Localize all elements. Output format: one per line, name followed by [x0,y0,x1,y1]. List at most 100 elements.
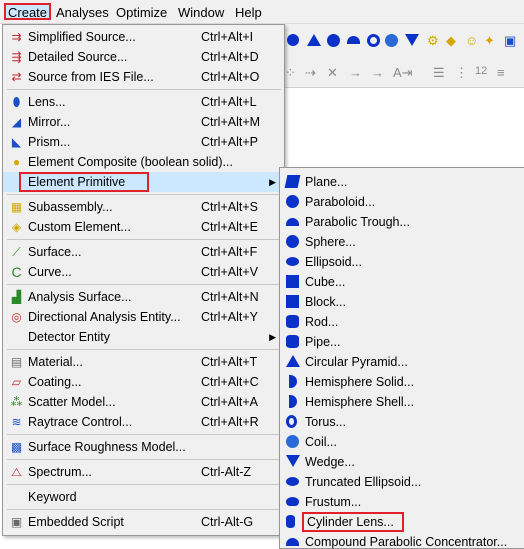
submenu-item-hemisphere-shell[interactable]: Hemisphere Shell... [280,392,524,412]
block-icon [286,295,300,309]
menu-item-surface[interactable]: ⟋ Surface... Ctrl+Alt+F [3,242,284,262]
submenu-item-wedge[interactable]: Wedge... [280,452,524,472]
simplified-source-icon: ⇉ [11,30,22,44]
toolbar-align-icon[interactable]: ⇢ [305,66,316,80]
toolbar-star-icon[interactable]: ✦ [484,34,495,48]
menu-item-material[interactable]: ▤ Material... Ctrl+Alt+T [3,352,284,372]
torus-icon [286,415,300,429]
submenu-item-frustum[interactable]: Frustum... [280,492,524,512]
analysis-surface-icon: ▟ [11,290,22,304]
toolbar-cube-icon[interactable]: ▣ [504,34,516,48]
toolbar-grid-icon[interactable]: ⁘ [285,66,296,80]
toolbar-text-arrow-icon[interactable]: A⇥ [393,66,413,80]
menu-item-surface-roughness[interactable]: ▩ Surface Roughness Model... [3,437,284,457]
coil-icon [286,435,300,449]
toolbar: ⚙ ◆ ☺ ✦ ▣ ⁘ ⇢ ✕ → → A⇥ ☰ ⋮ 12 ≡ [283,24,524,88]
menu-optimize[interactable]: Optimize [114,4,169,21]
menu-item-prism[interactable]: ◣ Prism... Ctrl+Alt+P [3,132,284,152]
create-menu: ⇉ Simplified Source... Ctrl+Alt+I ⇶ Deta… [2,24,285,536]
menu-separator [7,239,281,240]
toolbar-paraboloid-icon[interactable] [287,34,299,46]
menu-item-mirror[interactable]: ◢ Mirror... Ctrl+Alt+M [3,112,284,132]
menu-item-embedded-script[interactable]: ▣ Embedded Script Ctrl-Alt-G [3,512,284,532]
submenu-item-pipe[interactable]: Pipe... [280,332,524,352]
cylinder-lens-icon [286,515,300,529]
toolbar-format-icon[interactable]: ≡ [497,66,505,80]
submenu-item-paraboloid[interactable]: Paraboloid... [280,192,524,212]
menu-item-simplified-source[interactable]: ⇉ Simplified Source... Ctrl+Alt+I [3,27,284,47]
menu-item-raytrace-control[interactable]: ≋ Raytrace Control... Ctrl+Alt+R [3,412,284,432]
compound-parabolic-concentrator-icon [286,535,300,549]
toolbar-torus-icon[interactable] [367,34,380,47]
menu-separator [7,434,281,435]
prism-icon: ◣ [11,135,22,149]
submenu-item-plane[interactable]: Plane... [280,172,524,192]
menu-item-curve[interactable]: C Curve... Ctrl+Alt+V [3,262,284,282]
circular-pyramid-icon [286,355,300,369]
menu-separator [7,349,281,350]
plane-icon [284,175,301,189]
toolbar-coil-icon[interactable] [385,34,398,47]
subassembly-icon: ▦ [10,200,23,214]
embedded-script-icon: ▣ [10,515,23,529]
rod-icon [286,315,300,329]
directional-analysis-icon: ◎ [11,310,22,324]
submenu-item-ellipsoid[interactable]: Ellipsoid... [280,252,524,272]
menu-create[interactable]: Create [4,3,52,20]
toolbar-arrow-icon[interactable]: → [349,66,362,80]
toolbar-wedge-icon[interactable] [405,34,419,46]
toolbar-pyramid-icon[interactable] [307,34,321,46]
menu-window[interactable]: Window [176,4,226,21]
submenu-item-hemisphere-solid[interactable]: Hemisphere Solid... [280,372,524,392]
hemisphere-shell-icon [286,395,300,409]
menu-bar: Create Analyses Optimize Window Help [0,0,524,24]
menu-item-custom-element[interactable]: ◈ Custom Element... Ctrl+Alt+E [3,217,284,237]
curve-icon: C [11,264,22,280]
element-composite-icon: ● [12,155,21,169]
toolbar-smiley-icon[interactable]: ☺ [465,34,478,48]
menu-item-element-composite[interactable]: ● Element Composite (boolean solid)... [3,152,284,172]
toolbar-cross-icon[interactable]: ✕ [327,66,338,80]
submenu-item-torus[interactable]: Torus... [280,412,524,432]
submenu-item-coil[interactable]: Coil... [280,432,524,452]
submenu-item-compound-parabolic-concentrator[interactable]: Compound Parabolic Concentrator... [280,532,524,549]
submenu-item-rod[interactable]: Rod... [280,312,524,332]
toolbar-coating-icon[interactable]: ◆ [446,34,456,48]
menu-item-spectrum[interactable]: ⧍ Spectrum... Ctrl-Alt-Z [3,462,284,482]
pipe-icon [286,335,300,349]
menu-item-detailed-source[interactable]: ⇶ Detailed Source... Ctrl+Alt+D [3,47,284,67]
toolbar-hemisphere-icon[interactable] [327,34,340,47]
submenu-item-cylinder-lens[interactable]: Cylinder Lens... [280,512,524,532]
menu-separator [7,484,281,485]
menu-item-keyword[interactable]: Keyword [3,487,284,507]
menu-item-directional-analysis[interactable]: ◎ Directional Analysis Entity... Ctrl+Al… [3,307,284,327]
menu-item-scatter-model[interactable]: ⁂ Scatter Model... Ctrl+Alt+A [3,392,284,412]
menu-item-subassembly[interactable]: ▦ Subassembly... Ctrl+Alt+S [3,197,284,217]
spectrum-icon: ⧍ [10,465,23,479]
menu-separator [7,194,281,195]
submenu-item-block[interactable]: Block... [280,292,524,312]
menu-item-lens[interactable]: ⬮ Lens... Ctrl+Alt+L [3,92,284,112]
toolbar-arrow-right-icon[interactable]: → [371,66,384,80]
menu-item-analysis-surface[interactable]: ▟ Analysis Surface... Ctrl+Alt+N [3,287,284,307]
toolbar-number-label[interactable]: 12 [475,64,487,78]
submenu-item-sphere[interactable]: Sphere... [280,232,524,252]
coating-icon: ▱ [11,375,22,389]
menu-help[interactable]: Help [233,4,264,21]
menu-analyses[interactable]: Analyses [54,4,111,21]
menu-item-detector-entity[interactable]: Detector Entity ▶ [3,327,284,347]
submenu-item-truncated-ellipsoid[interactable]: Truncated Ellipsoid... [280,472,524,492]
menu-item-ies-source[interactable]: ⇄ Source from IES File... Ctrl+Alt+O [3,67,284,87]
menu-item-coating[interactable]: ▱ Coating... Ctrl+Alt+C [3,372,284,392]
raytrace-control-icon: ≋ [11,415,22,429]
submenu-item-parabolic-trough[interactable]: Parabolic Trough... [280,212,524,232]
menu-separator [7,459,281,460]
submenu-item-circular-pyramid[interactable]: Circular Pyramid... [280,352,524,372]
toolbar-hemisphere-shell-icon[interactable] [347,34,360,44]
toolbar-list-icon[interactable]: ☰ [433,66,445,80]
toolbar-gear-icon[interactable]: ⚙ [427,34,439,48]
submenu-item-cube[interactable]: Cube... [280,272,524,292]
surface-icon: ⟋ [12,245,21,259]
menu-item-element-primitive[interactable]: Element Primitive ▶ [3,172,284,192]
toolbar-indent-icon[interactable]: ⋮ [455,66,468,80]
